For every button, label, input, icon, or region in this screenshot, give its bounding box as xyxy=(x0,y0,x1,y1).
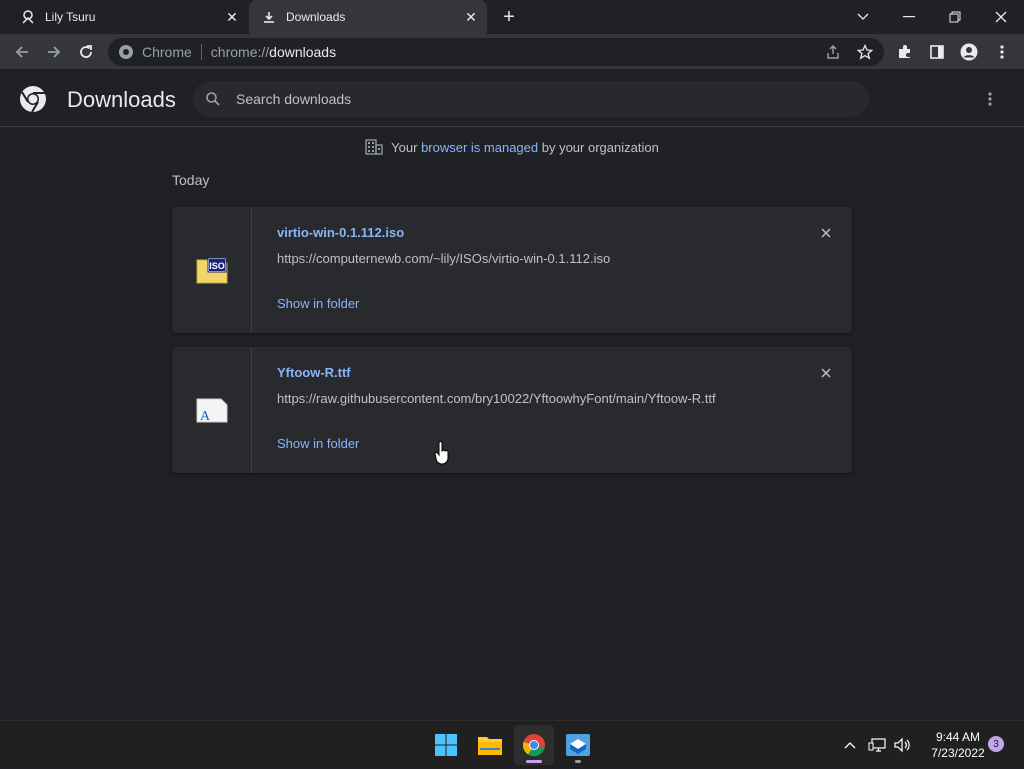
svg-text:A: A xyxy=(199,409,210,424)
minimize-button[interactable] xyxy=(886,0,932,34)
start-button[interactable] xyxy=(426,725,466,765)
site-info-chip[interactable]: Chrome xyxy=(118,44,192,60)
running-app-indicator xyxy=(575,760,581,763)
close-window-button[interactable] xyxy=(978,0,1024,34)
hand-cursor-icon xyxy=(434,441,449,465)
search-box[interactable] xyxy=(193,81,869,117)
share-button[interactable] xyxy=(820,39,846,65)
more-vert-icon xyxy=(1000,45,1004,59)
back-arrow-icon xyxy=(15,46,28,58)
avatar-icon xyxy=(960,43,978,61)
menu-button[interactable] xyxy=(989,39,1015,65)
more-vert-icon xyxy=(988,92,992,106)
network-button[interactable] xyxy=(866,721,888,769)
close-icon xyxy=(821,368,831,378)
omnibox-separator xyxy=(200,44,202,60)
managed-notice: Your browser is managed by your organiza… xyxy=(0,139,1024,155)
close-icon xyxy=(821,228,831,238)
minimize-icon xyxy=(903,16,915,18)
url-scheme: chrome:// xyxy=(210,44,270,60)
virtualbox-button[interactable] xyxy=(558,725,598,765)
building-icon xyxy=(365,139,383,155)
date-header: Today xyxy=(172,172,210,188)
site-chip-label: Chrome xyxy=(142,44,192,60)
tab-title: Lily Tsuru xyxy=(45,10,96,24)
side-panel-button[interactable] xyxy=(924,39,950,65)
restore-button[interactable] xyxy=(932,0,978,34)
chrome-icon xyxy=(522,734,545,757)
show-in-folder-link[interactable]: Show in folder xyxy=(277,296,359,311)
managed-prefix: Your xyxy=(391,139,422,155)
tab-lily-tsuru[interactable]: Lily Tsuru ✕ xyxy=(8,0,248,34)
svg-text:ISO: ISO xyxy=(209,261,225,271)
bookmark-button[interactable] xyxy=(852,39,878,65)
remove-item-button[interactable] xyxy=(816,223,836,243)
search-input[interactable] xyxy=(236,91,836,107)
chrome-icon xyxy=(119,45,133,59)
clock-date: 7/23/2022 xyxy=(931,746,985,760)
close-icon[interactable]: ✕ xyxy=(222,7,242,27)
search-icon xyxy=(206,92,220,106)
font-file-icon: A xyxy=(196,398,227,424)
download-url[interactable]: https://raw.githubusercontent.com/bry100… xyxy=(277,391,716,406)
downloads-menu-button[interactable] xyxy=(978,87,1002,111)
forward-button[interactable] xyxy=(40,38,68,66)
back-button[interactable] xyxy=(8,38,36,66)
iso-file-icon: ISO xyxy=(196,257,227,284)
close-icon xyxy=(995,11,1007,23)
tab-strip: Lily Tsuru ✕ Downloads ✕ + xyxy=(0,0,1024,34)
share-icon xyxy=(827,45,839,59)
managed-link[interactable]: browser is managed xyxy=(421,140,538,155)
active-app-indicator xyxy=(526,760,542,763)
forward-arrow-icon xyxy=(48,46,61,58)
file-explorer-icon xyxy=(478,737,502,755)
download-filename[interactable]: Yftoow-R.ttf xyxy=(277,365,351,380)
clock[interactable]: 9:44 AM 7/23/2022 xyxy=(918,729,998,761)
download-icon xyxy=(261,9,277,25)
file-icon-column: A xyxy=(172,347,252,473)
managed-suffix: by your organization xyxy=(538,139,659,155)
taskbar: 9:44 AM 7/23/2022 xyxy=(0,720,1024,768)
new-tab-button[interactable]: + xyxy=(497,5,521,29)
tab-search-button[interactable] xyxy=(840,0,886,34)
download-url[interactable]: https://computernewb.com/~lily/ISOs/virt… xyxy=(277,251,610,266)
download-filename[interactable]: virtio-win-0.1.112.iso xyxy=(277,225,404,240)
profile-button[interactable] xyxy=(956,39,982,65)
virtualbox-icon xyxy=(566,734,590,756)
chrome-logo-icon xyxy=(20,86,46,113)
show-hidden-icons-button[interactable] xyxy=(840,721,860,769)
remove-item-button[interactable] xyxy=(816,363,836,383)
side-panel-icon xyxy=(930,45,944,59)
show-in-folder-link[interactable]: Show in folder xyxy=(277,436,359,451)
reload-button[interactable] xyxy=(72,38,100,66)
url-host: downloads xyxy=(269,44,337,60)
volume-button[interactable] xyxy=(892,721,914,769)
speaker-icon xyxy=(894,737,910,753)
reload-icon xyxy=(80,45,92,58)
network-icon xyxy=(868,738,886,752)
close-icon[interactable]: ✕ xyxy=(461,7,481,27)
chevron-down-icon xyxy=(857,13,869,20)
download-item: A Yftoow-R.ttf https://raw.githubusercon… xyxy=(172,347,852,473)
profile-favicon-icon xyxy=(20,9,36,25)
extensions-button[interactable] xyxy=(892,39,918,65)
chevron-up-icon xyxy=(844,742,856,749)
browser-toolbar: Chrome chrome://downloads xyxy=(0,34,1024,70)
start-icon xyxy=(435,734,457,756)
downloads-header: Downloads xyxy=(0,71,1024,127)
page-title: Downloads xyxy=(67,87,176,112)
puzzle-icon xyxy=(899,45,910,58)
notification-badge[interactable]: 3 xyxy=(988,736,1004,752)
tab-downloads[interactable]: Downloads ✕ xyxy=(249,0,487,34)
restore-icon xyxy=(949,11,961,23)
download-item: ISO virtio-win-0.1.112.iso https://compu… xyxy=(172,207,852,333)
tab-title: Downloads xyxy=(286,10,346,24)
file-explorer-button[interactable] xyxy=(470,725,510,765)
clock-time: 9:44 AM xyxy=(935,730,981,744)
chrome-taskbar-button[interactable] xyxy=(514,725,554,765)
address-bar[interactable]: Chrome chrome://downloads xyxy=(108,38,884,66)
star-icon xyxy=(857,44,873,60)
file-icon-column: ISO xyxy=(172,207,252,333)
